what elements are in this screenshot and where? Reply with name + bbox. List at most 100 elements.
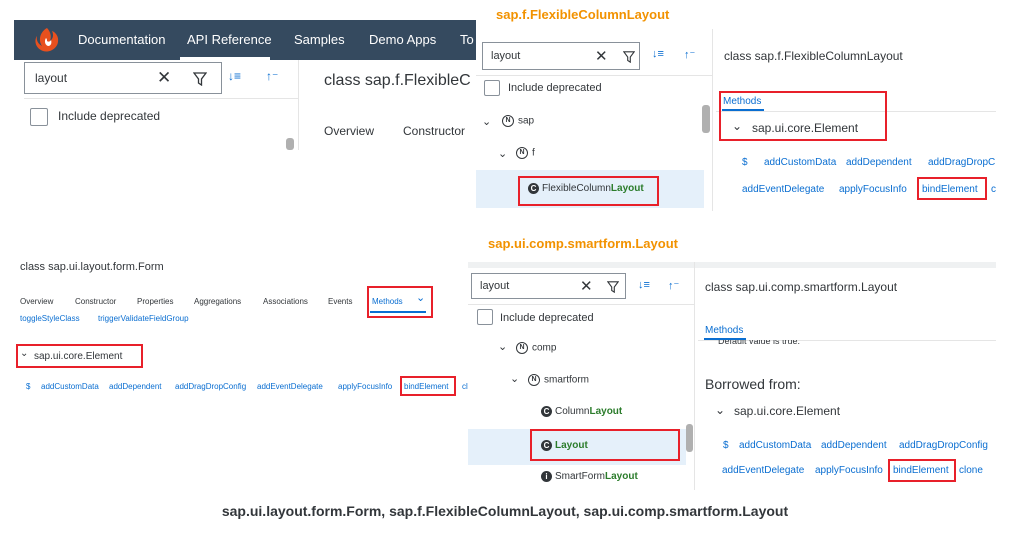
method-link[interactable]: addEventDelegate [742,184,824,195]
pane-divider [694,262,695,490]
tab-properties[interactable]: Properties [137,297,173,306]
method-link[interactable]: addCustomData [41,382,99,391]
nav-documentation[interactable]: Documentation [78,32,165,47]
method-link[interactable]: applyFocusInfo [839,184,907,195]
tab-overview[interactable]: Overview [20,297,53,306]
search-field[interactable]: layout ✕ [482,42,640,70]
method-link[interactable]: applyFocusInfo [338,382,392,391]
method-link[interactable]: $ [742,157,748,168]
highlight-box-bind-element [400,376,456,396]
tree-node-smartform-label-wrap: Nsmartform [528,374,589,386]
chevron-down-icon[interactable]: ⌄ [482,115,491,128]
highlight-box-bind-element [917,177,987,200]
search-input[interactable]: layout [480,280,509,292]
include-deprecated-checkbox[interactable] [484,80,500,96]
method-link[interactable]: addDragDropConfig [175,382,246,391]
sort-icon[interactable]: ↓≡ [638,279,650,291]
nav-tools[interactable]: To [460,32,474,47]
clear-icon[interactable]: ✕ [580,277,593,295]
method-link[interactable]: addCustomData [739,440,811,451]
tab-associations[interactable]: Associations [263,297,308,306]
shell-bar: Documentation API Reference Samples Demo… [14,20,476,60]
tab-events[interactable]: Events [328,297,352,306]
include-deprecated-label: Include deprecated [500,312,594,324]
search-divider [468,304,694,305]
collapse-icon[interactable]: ↑⁻ [684,48,695,61]
search-input[interactable]: layout [491,50,520,62]
scrollbar-thumb[interactable] [286,138,294,150]
method-link[interactable]: addDependent [109,382,162,391]
include-deprecated-label: Include deprecated [508,82,602,94]
method-link[interactable]: $ [723,440,729,451]
tree-node-comp[interactable]: ⌄ Ncomp [498,340,678,360]
filter-icon[interactable] [606,280,620,298]
namespace-icon: N [516,342,528,354]
clear-icon[interactable]: ✕ [157,68,171,88]
panel-smartform-layout: layout ✕ ↓≡ ↑⁻ Include deprecated ⌄ Ncom… [468,262,996,490]
tree-node-smartform[interactable]: ⌄ Nsmartform [510,372,690,392]
tab-aggregations[interactable]: Aggregations [194,297,241,306]
tree-node-f-label-wrap: Nf [516,147,535,159]
sap-logo-icon[interactable] [32,26,62,54]
tree-node-comp-label-wrap: Ncomp [516,342,556,354]
tree-item-label-wrap: i SmartFormLayout [541,471,638,482]
tree-node-sap[interactable]: ⌄ Nsap [482,113,702,133]
scrollbar-thumb[interactable] [686,424,693,452]
method-link[interactable]: addDependent [846,157,912,168]
panel-flexible-column-layout: layout ✕ ↓≡ ↑⁻ Include deprecated ⌄ Nsap… [476,29,996,211]
search-divider [24,98,299,99]
method-link[interactable]: c [991,184,996,195]
method-link[interactable]: cl [462,382,468,391]
sort-icon[interactable]: ↓≡ [652,48,664,60]
nav-active-indicator [180,57,270,60]
method-link[interactable]: addEventDelegate [257,382,323,391]
method-link[interactable]: clone [959,465,983,476]
method-link[interactable]: applyFocusInfo [815,465,883,476]
include-deprecated-checkbox[interactable] [477,309,493,325]
tree-item-smartform-layout[interactable]: i SmartFormLayout [538,468,688,488]
tab-constructor[interactable]: Constructor [75,297,116,306]
filter-icon[interactable] [622,50,636,68]
method-link[interactable]: toggleStyleClass [20,314,80,323]
namespace-icon: N [516,147,528,159]
method-link[interactable]: triggerValidateFieldGroup [98,314,189,323]
tree-item-column-layout[interactable]: C ColumnLayout [538,403,688,423]
scrollbar-thumb[interactable] [702,105,710,133]
top-border [468,262,996,268]
chevron-down-icon[interactable]: ⌄ [498,340,507,353]
info-icon: i [541,471,552,482]
tab-constructor[interactable]: Constructor [403,124,465,138]
chevron-down-icon[interactable]: ⌄ [498,147,507,160]
search-input[interactable]: layout [35,71,67,85]
collapse-icon[interactable]: ↑⁻ [668,279,679,292]
sort-icon[interactable]: ↓≡ [228,69,241,83]
method-link[interactable]: addDragDropConfig [899,440,988,451]
panel-api-reference: Documentation API Reference Samples Demo… [14,20,476,150]
method-link[interactable]: addDependent [821,440,887,451]
chevron-down-icon[interactable]: ⌄ [510,372,519,385]
search-field[interactable]: layout ✕ [471,273,626,299]
clear-icon[interactable]: ✕ [595,47,608,65]
tab-methods[interactable]: Methods [705,325,743,336]
method-link[interactable]: addCustomData [764,157,836,168]
pane-divider [712,29,713,211]
tree-node-f[interactable]: ⌄ Nf [498,145,698,165]
highlight-box-methods-tab [367,286,433,318]
method-link[interactable]: addDragDropC [928,157,995,168]
class-title: class sap.ui.layout.form.Form [20,261,164,273]
method-link[interactable]: $ [26,382,30,391]
include-deprecated-checkbox[interactable] [30,108,48,126]
nav-api-reference[interactable]: API Reference [187,32,272,47]
nav-samples[interactable]: Samples [294,32,345,47]
tab-overview[interactable]: Overview [324,124,374,138]
chevron-down-icon[interactable]: ⌄ [715,403,725,417]
nav-demo-apps[interactable]: Demo Apps [369,32,436,47]
namespace-icon: N [502,115,514,127]
caption: sap.ui.layout.form.Form, sap.f.FlexibleC… [221,503,789,519]
panel2-heading: sap.f.FlexibleColumnLayout [496,7,670,22]
collapse-icon[interactable]: ↑⁻ [266,69,278,83]
method-link[interactable]: addEventDelegate [722,465,804,476]
search-divider [476,75,712,76]
search-field[interactable]: layout ✕ [24,62,222,94]
filter-icon[interactable] [192,72,208,91]
